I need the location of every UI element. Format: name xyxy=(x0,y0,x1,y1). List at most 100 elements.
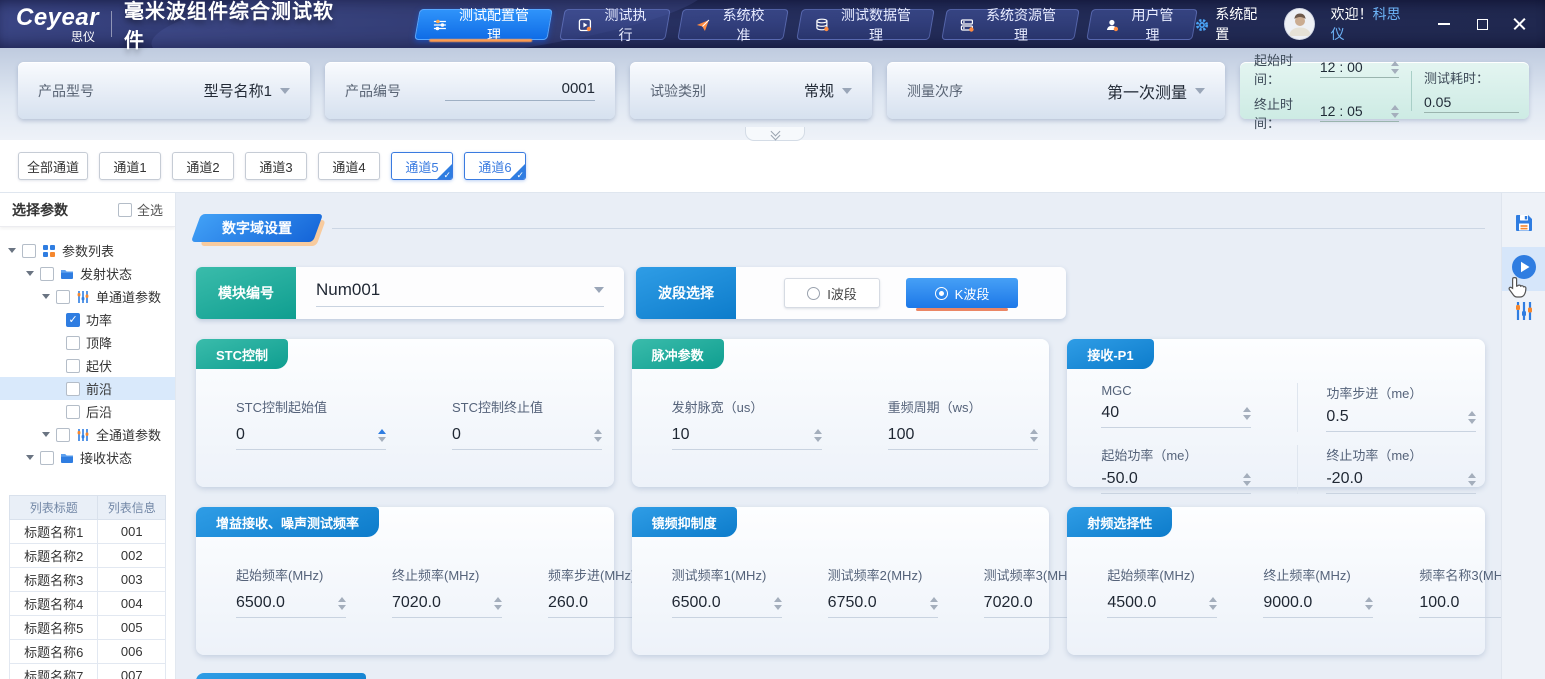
select-all-checkbox[interactable] xyxy=(118,203,132,217)
minimize-button[interactable] xyxy=(1437,17,1451,31)
table-row[interactable]: 标题名称6 006 xyxy=(10,640,166,664)
product-model-field[interactable]: 产品型号 型号名称1 xyxy=(18,62,310,119)
nav-test-execute[interactable]: 测试执行 xyxy=(559,9,671,40)
test-type-field[interactable]: 试验类别 常规 xyxy=(630,62,872,119)
tree-checkbox-checked[interactable] xyxy=(66,313,80,327)
table-row[interactable]: 标题名称4 004 xyxy=(10,592,166,616)
channel-1-button[interactable]: 通道1 xyxy=(99,152,161,180)
spinner[interactable] xyxy=(1468,473,1476,486)
expander-icon[interactable] xyxy=(8,248,16,253)
table-row[interactable]: 标题名称2 002 xyxy=(10,544,166,568)
spinner[interactable] xyxy=(594,429,602,442)
rf-freq3-input[interactable]: 100.0 xyxy=(1419,594,1501,618)
measure-order-dropdown[interactable]: 第一次测量 xyxy=(1107,79,1205,103)
band-option-k[interactable]: K波段 xyxy=(906,278,1018,308)
tree-checkbox[interactable] xyxy=(40,267,54,281)
spinner[interactable] xyxy=(1243,473,1251,486)
spinner[interactable] xyxy=(494,597,502,610)
spinner[interactable] xyxy=(1468,411,1476,424)
image-freq2-input[interactable]: 6750.0 xyxy=(828,594,938,618)
rf-start-freq-input[interactable]: 4500.0 xyxy=(1107,594,1217,618)
test-type-dropdown[interactable]: 常规 xyxy=(804,80,852,101)
spinner[interactable] xyxy=(814,429,822,442)
pulse-period-input[interactable]: 100 xyxy=(888,426,1038,450)
table-row[interactable]: 标题名称5 005 xyxy=(10,616,166,640)
nav-system-calibration[interactable]: 系统校准 xyxy=(678,9,790,40)
tree-checkbox[interactable] xyxy=(66,382,80,396)
rf-end-freq-input[interactable]: 9000.0 xyxy=(1263,594,1373,618)
spinner[interactable] xyxy=(1209,597,1217,610)
module-number-dropdown[interactable]: Num001 xyxy=(316,280,604,307)
tree-node-param-list[interactable]: 参数列表 xyxy=(0,239,175,262)
expander-icon[interactable] xyxy=(42,432,50,437)
tree-node-rx-state[interactable]: 接收状态 xyxy=(0,446,175,469)
gain-end-freq-input[interactable]: 7020.0 xyxy=(392,594,502,618)
params-button[interactable] xyxy=(1502,291,1545,335)
end-time-spinner[interactable] xyxy=(1391,105,1399,118)
spinner[interactable] xyxy=(378,429,386,442)
nav-user-management[interactable]: 用户管理 xyxy=(1086,9,1198,40)
nav-test-config[interactable]: 测试配置管理 xyxy=(414,9,553,40)
tree-checkbox[interactable] xyxy=(66,405,80,419)
power-step-input[interactable]: 0.5 xyxy=(1326,408,1476,432)
maximize-button[interactable] xyxy=(1475,17,1489,31)
save-button[interactable] xyxy=(1502,203,1545,247)
nav-system-resources[interactable]: 系统资源管理 xyxy=(941,9,1080,40)
channel-5-button[interactable]: 通道5 ✓ xyxy=(391,152,453,180)
end-time-input[interactable]: 12 : 05 xyxy=(1320,103,1399,122)
close-button[interactable] xyxy=(1513,17,1527,31)
channel-all-button[interactable]: 全部通道 xyxy=(18,152,88,180)
channel-4-button[interactable]: 通道4 xyxy=(318,152,380,180)
product-model-dropdown[interactable]: 型号名称1 xyxy=(204,80,290,101)
tree-leaf-trailing-edge[interactable]: 后沿 xyxy=(0,400,175,423)
tree-node-all-channel[interactable]: 全通道参数 xyxy=(0,423,175,446)
image-freq1-input[interactable]: 6500.0 xyxy=(672,594,782,618)
tree-checkbox[interactable] xyxy=(66,336,80,350)
channel-2-button[interactable]: 通道2 xyxy=(172,152,234,180)
tree-leaf-leading-edge[interactable]: 前沿 xyxy=(0,377,175,400)
expander-icon[interactable] xyxy=(42,294,50,299)
stc-start-input[interactable]: 0 xyxy=(236,426,386,450)
stc-end-input[interactable]: 0 xyxy=(452,426,602,450)
channel-6-button[interactable]: 通道6 ✓ xyxy=(464,152,526,180)
select-all-control[interactable]: 全选 xyxy=(118,200,163,219)
tree-node-tx-state[interactable]: 发射状态 xyxy=(0,262,175,285)
pulse-width-input[interactable]: 10 xyxy=(672,426,822,450)
run-button[interactable] xyxy=(1502,247,1545,291)
tree-checkbox[interactable] xyxy=(56,290,70,304)
end-power-input[interactable]: -20.0 xyxy=(1326,470,1476,494)
spinner[interactable] xyxy=(1365,597,1373,610)
tree-checkbox[interactable] xyxy=(56,428,70,442)
spinner[interactable] xyxy=(1243,407,1251,420)
tree-leaf-droop[interactable]: 顶降 xyxy=(0,331,175,354)
expander-icon[interactable] xyxy=(26,455,34,460)
spinner[interactable] xyxy=(338,597,346,610)
table-row[interactable]: 标题名称1 001 xyxy=(10,520,166,544)
table-row[interactable]: 标题名称3 003 xyxy=(10,568,166,592)
system-config-button[interactable]: 系统配置 xyxy=(1195,4,1268,44)
gain-start-freq-input[interactable]: 6500.0 xyxy=(236,594,346,618)
start-time-spinner[interactable] xyxy=(1391,61,1399,74)
avatar[interactable] xyxy=(1284,8,1315,40)
product-serial-input[interactable]: 0001 xyxy=(445,80,595,101)
tree-checkbox[interactable] xyxy=(22,244,36,258)
measure-order-field[interactable]: 测量次序 第一次测量 xyxy=(887,62,1225,119)
band-option-i[interactable]: I波段 xyxy=(784,278,880,308)
tree-checkbox[interactable] xyxy=(66,359,80,373)
nav-test-data[interactable]: 测试数据管理 xyxy=(796,9,935,40)
channel-3-button[interactable]: 通道3 xyxy=(245,152,307,180)
expander-icon[interactable] xyxy=(26,271,34,276)
spinner[interactable] xyxy=(1030,429,1038,442)
spinner[interactable] xyxy=(774,597,782,610)
product-serial-field[interactable]: 产品编号 0001 xyxy=(325,62,615,119)
spinner[interactable] xyxy=(930,597,938,610)
tree-node-single-channel[interactable]: 单通道参数 xyxy=(0,285,175,308)
tree-checkbox[interactable] xyxy=(40,451,54,465)
start-time-input[interactable]: 12 : 00 xyxy=(1320,59,1399,78)
table-row[interactable]: 标题名称7 007 xyxy=(10,664,166,679)
mgc-input[interactable]: 40 xyxy=(1101,404,1251,428)
start-power-input[interactable]: -50.0 xyxy=(1101,470,1251,494)
tree-leaf-power[interactable]: 功率 xyxy=(0,308,175,331)
collapse-handle[interactable] xyxy=(745,127,805,141)
tree-leaf-ripple[interactable]: 起伏 xyxy=(0,354,175,377)
